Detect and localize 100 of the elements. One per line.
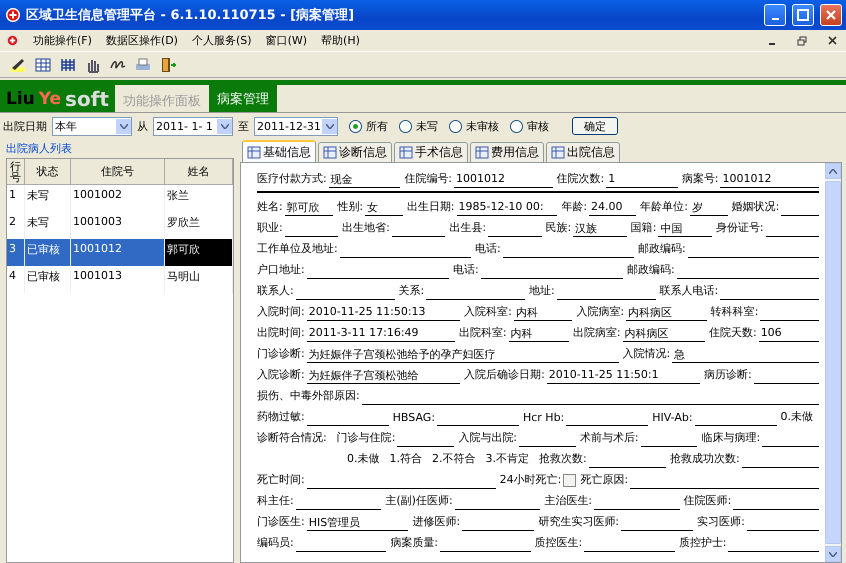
checkbox[interactable] (563, 474, 576, 487)
field-label: 进修医师: (412, 514, 460, 530)
input-field[interactable]: 汉族 (573, 221, 627, 237)
option-label: 2.不符合 (432, 451, 476, 467)
input-field[interactable]: 内科病区 (622, 326, 705, 342)
menu-item[interactable]: 帮助(H) (321, 33, 360, 48)
radio-label: 审核 (527, 118, 549, 134)
menu-item[interactable]: 数据区操作(D) (106, 33, 178, 48)
input-field[interactable]: 1985-12-10 00: (456, 200, 558, 216)
field-label: 主治医生: (544, 493, 592, 509)
input-field[interactable]: 106 (758, 326, 820, 342)
table-cell: 4 (7, 266, 25, 293)
field-label: 关系: (398, 283, 424, 299)
caret-down-icon (120, 124, 128, 128)
field-label: 联系人电话: (660, 283, 718, 299)
input-field[interactable]: 郭可欣 (284, 200, 334, 216)
input-field[interactable]: 1001012 (720, 172, 819, 188)
radio-button[interactable] (349, 120, 362, 132)
radio-button[interactable] (399, 120, 412, 132)
field-label: 出生地省: (342, 220, 390, 236)
table-icon (323, 146, 337, 159)
field-label: 出院时间: (257, 325, 305, 341)
field-label: 门诊医生: (257, 514, 305, 530)
radio-button[interactable] (449, 120, 462, 132)
minimize-icon (769, 43, 775, 45)
field-label: 年龄: (561, 199, 588, 215)
input-field[interactable]: 2011-3-11 17:16:49 (306, 326, 455, 342)
scrollbar[interactable] (825, 163, 841, 562)
input-field[interactable]: 为妊娠伴子宫颈松弛给予的孕产妇医疗 (306, 347, 618, 363)
group-title: 出院病人列表 (6, 141, 73, 156)
field-label: 地址: (529, 283, 555, 299)
input-field[interactable]: 为妊娠伴子宫颈松弛给 (306, 368, 460, 384)
input-field[interactable]: 中国 (658, 221, 712, 237)
field-label: 民族: (546, 220, 572, 236)
input-field[interactable]: 现金 (328, 172, 400, 188)
field-label: 身份证号: (716, 220, 764, 236)
input-field[interactable]: 24.00 (589, 200, 636, 216)
restore-icon (797, 36, 807, 46)
input-field[interactable]: 女 (365, 200, 403, 216)
field-label: 住院次数: (556, 171, 604, 187)
close-button[interactable] (820, 4, 842, 26)
field-label: 临床与病理: (701, 430, 760, 446)
to-label: 至 (238, 118, 249, 134)
tab[interactable]: 诊断信息 (318, 142, 392, 162)
period-dropdown[interactable]: 本年 (52, 116, 132, 136)
field-label: 出生县: (449, 220, 486, 236)
field-label: 抢救成功次数: (670, 451, 740, 467)
input-field[interactable]: 急 (672, 347, 819, 363)
field-label: 电话: (475, 241, 501, 257)
input-field[interactable]: 2010-11-25 11:50:1 (546, 368, 700, 384)
table-row[interactable]: 1 未写 1001002 张兰 (7, 185, 233, 212)
table-cell: 张兰 (165, 185, 233, 212)
radio-label: 未审核 (466, 118, 499, 134)
table-cell: 3 (7, 239, 25, 266)
tab[interactable]: 手术信息 (394, 142, 468, 162)
input-field[interactable]: 岁 (690, 200, 728, 216)
option-label: 1.符合 (390, 451, 422, 467)
maximize-button[interactable] (792, 4, 814, 26)
menu-item[interactable]: 功能操作(F) (33, 33, 92, 48)
filter-label: 出院日期 (3, 118, 47, 134)
confirm-button[interactable]: 确定 (572, 117, 618, 135)
tab[interactable]: 费用信息 (470, 142, 544, 162)
radio-button[interactable] (510, 120, 523, 132)
menu-item[interactable]: 窗口(W) (266, 33, 308, 48)
table-cell: 郭可欣 (165, 239, 233, 266)
minimize-button[interactable] (764, 4, 786, 26)
option-label: 3.不肯定 (486, 451, 529, 467)
input-field[interactable]: 内科病区 (626, 305, 707, 321)
caret-up-icon (829, 168, 837, 174)
field-label: 出院科室: (458, 325, 507, 341)
tab[interactable]: 出院信息 (546, 142, 620, 162)
from-date-field[interactable]: 2011- 1- 1 (153, 116, 233, 136)
table-row[interactable]: 4 已审核 1001013 马明山 (7, 266, 233, 293)
menu-item[interactable]: 个人服务(S) (192, 33, 252, 48)
column-header[interactable]: 行号 (7, 159, 25, 185)
tab[interactable]: 基础信息 (242, 140, 316, 162)
column-header[interactable]: 姓名 (165, 159, 233, 185)
table-cell: 已审核 (25, 266, 71, 293)
to-date-field[interactable]: 2011-12-31 (254, 116, 338, 136)
field-label: Hcr Hb: (522, 411, 564, 426)
input-field[interactable]: 1 (606, 172, 678, 188)
input-field[interactable]: 2010-11-25 11:50:13 (306, 305, 460, 321)
field-label: HBSAG: (392, 411, 436, 426)
panel-tab[interactable]: 病案管理 (208, 85, 277, 112)
input-field[interactable]: HIS管理员 (306, 515, 408, 531)
input-field[interactable]: 内科 (514, 305, 572, 321)
field-label: 药物过敏: (257, 409, 305, 425)
field-label: 姓名: (257, 199, 283, 215)
table-row[interactable]: 3 已审核 1001012 郭可欣 (7, 239, 233, 266)
field-label: 出生日期: (406, 199, 454, 215)
field-label: 住院天数: (708, 325, 757, 341)
field-label: 年龄单位: (640, 199, 688, 215)
input-field[interactable]: 内科 (508, 326, 569, 342)
table-cell: 1 (7, 185, 25, 212)
option-label: 0.未做 (780, 409, 813, 425)
column-header[interactable]: 状态 (25, 159, 71, 185)
app-menu-icon[interactable] (6, 34, 19, 47)
input-field[interactable]: 1001012 (454, 172, 552, 188)
column-header[interactable]: 住院号 (71, 159, 165, 185)
app-icon (6, 8, 20, 22)
